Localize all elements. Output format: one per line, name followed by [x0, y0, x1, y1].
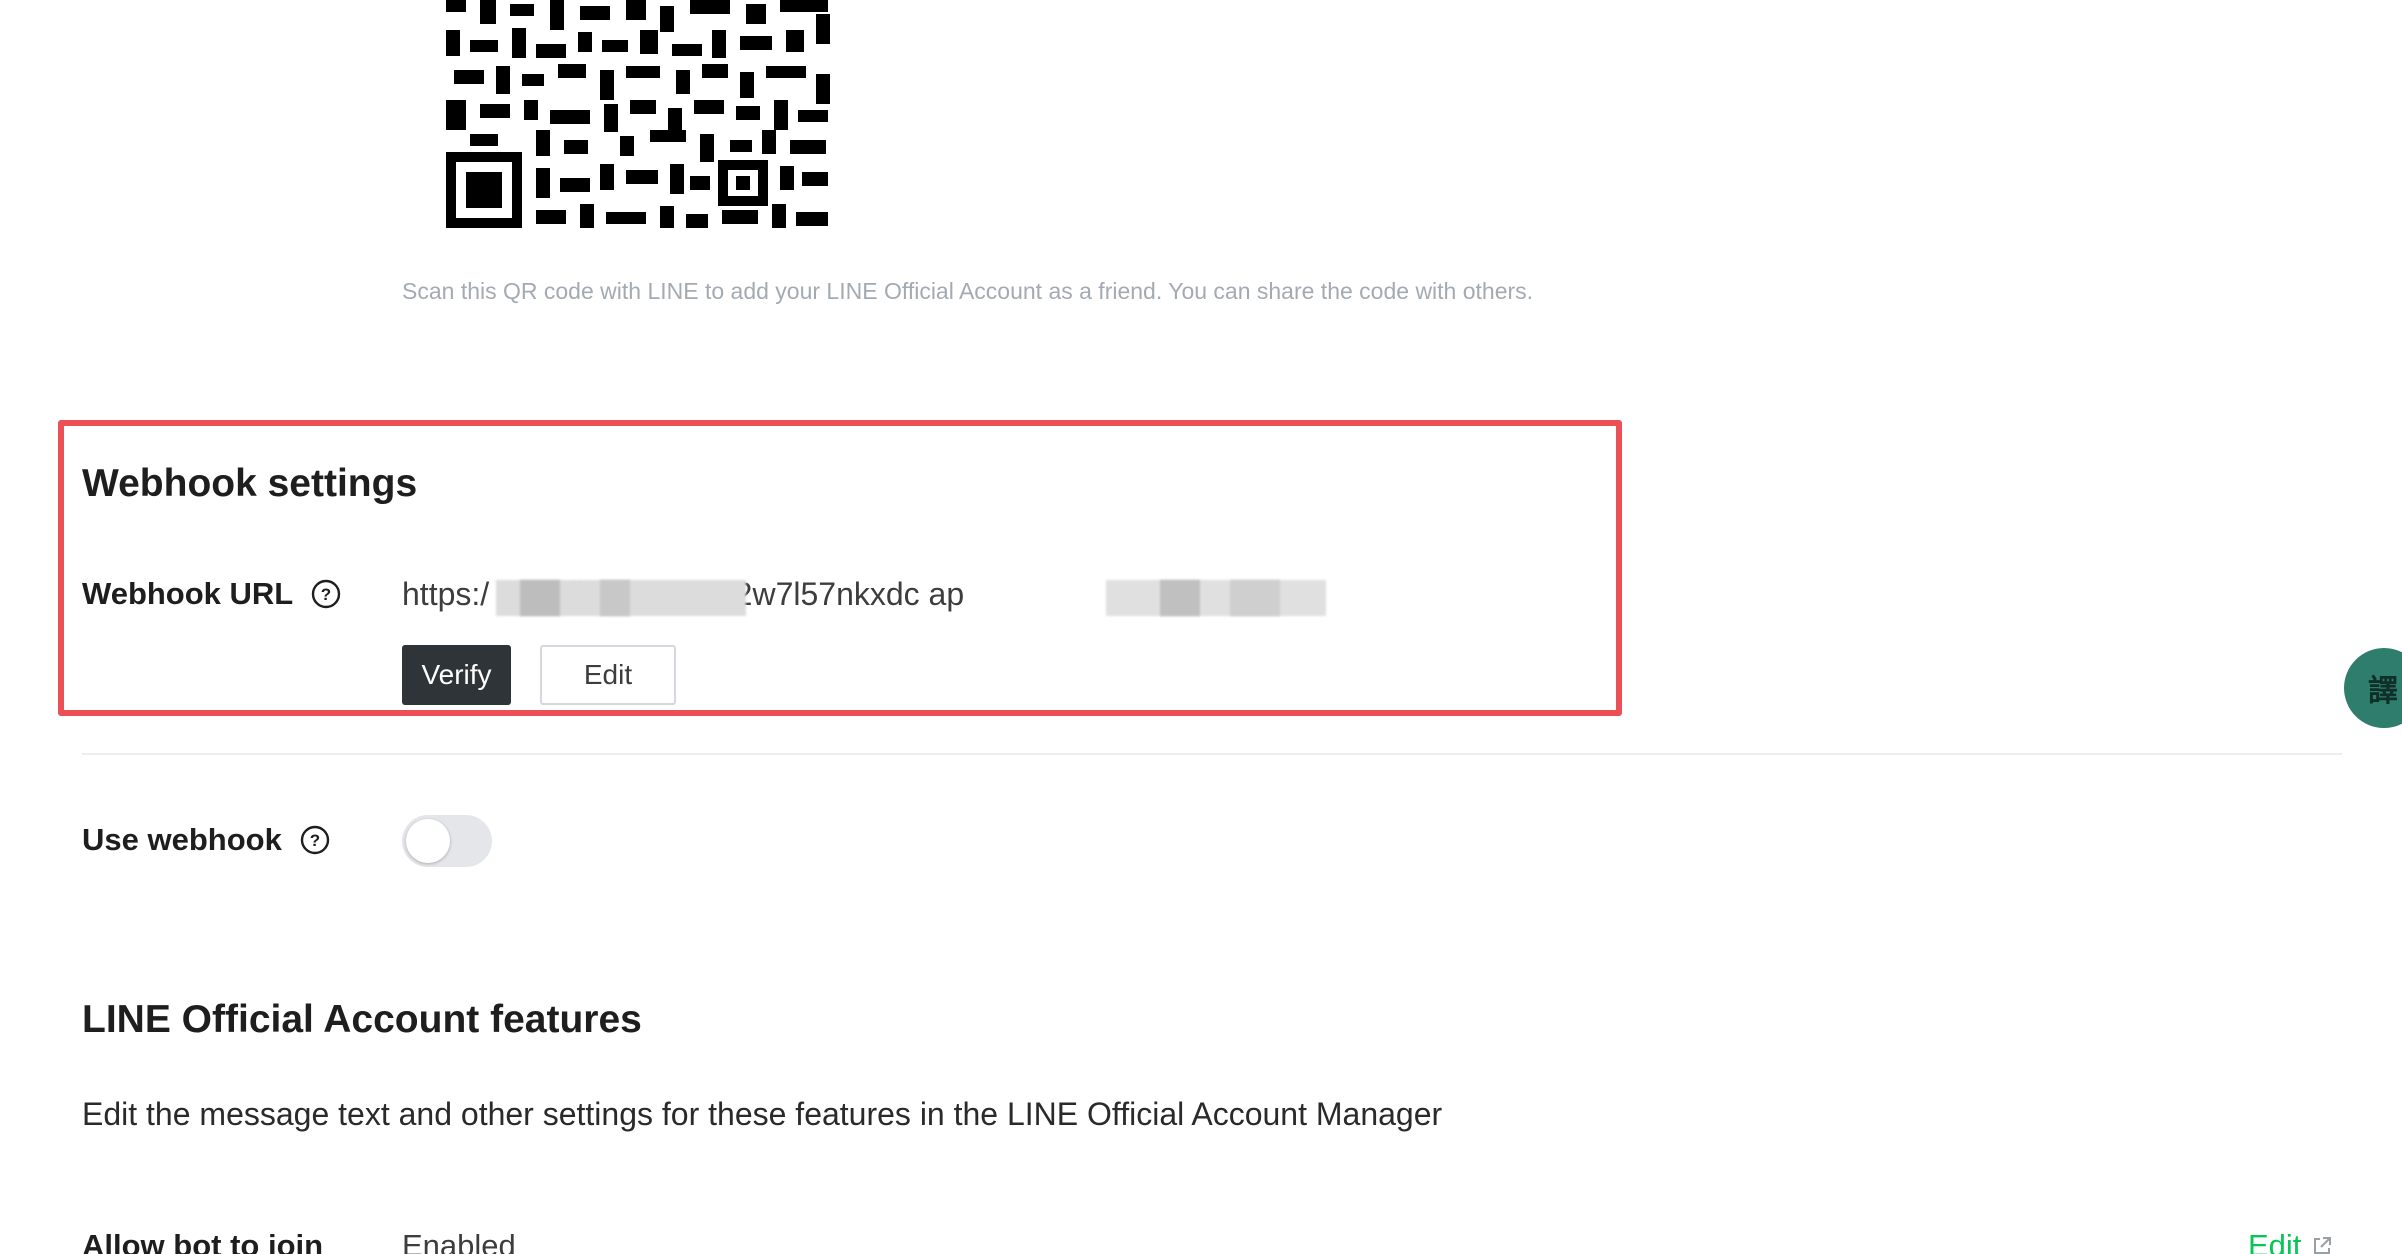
channel-settings-page: Scan this QR code with LINE to add your …: [0, 0, 2402, 1254]
allow-bot-join-label: Allow bot to join: [82, 1228, 324, 1254]
qr-code: [440, 0, 842, 228]
webhook-url-label-text: Webhook URL: [82, 576, 294, 611]
edit-webhook-button[interactable]: Edit: [540, 645, 676, 705]
features-description: Edit the message text and other settings…: [82, 1096, 1443, 1132]
features-title: LINE Official Account features: [82, 998, 642, 1041]
allow-bot-join-value: Enabled: [402, 1228, 516, 1254]
help-icon[interactable]: ?: [311, 579, 341, 609]
svg-text:?: ?: [321, 585, 331, 604]
webhook-settings-title: Webhook settings: [82, 462, 418, 505]
qr-code-image: [440, 0, 842, 228]
svg-text:?: ?: [310, 831, 320, 850]
verify-button[interactable]: Verify: [402, 645, 511, 705]
help-icon[interactable]: ?: [300, 825, 330, 855]
external-link-icon: [2314, 1237, 2332, 1254]
use-webhook-toggle[interactable]: [402, 815, 492, 867]
webhook-url-label: Webhook URL ?: [82, 576, 341, 612]
translate-fab-button[interactable]: 譯: [2344, 648, 2402, 728]
use-webhook-label-text: Use webhook: [82, 822, 282, 857]
allow-bot-join-edit-link[interactable]: Edit: [2248, 1228, 2333, 1254]
qr-caption: Scan this QR code with LINE to add your …: [402, 278, 1534, 304]
divider: [82, 753, 2342, 755]
edit-link-text[interactable]: Edit: [2248, 1228, 2301, 1254]
toggle-knob: [406, 819, 450, 863]
use-webhook-label: Use webhook ?: [82, 822, 330, 858]
